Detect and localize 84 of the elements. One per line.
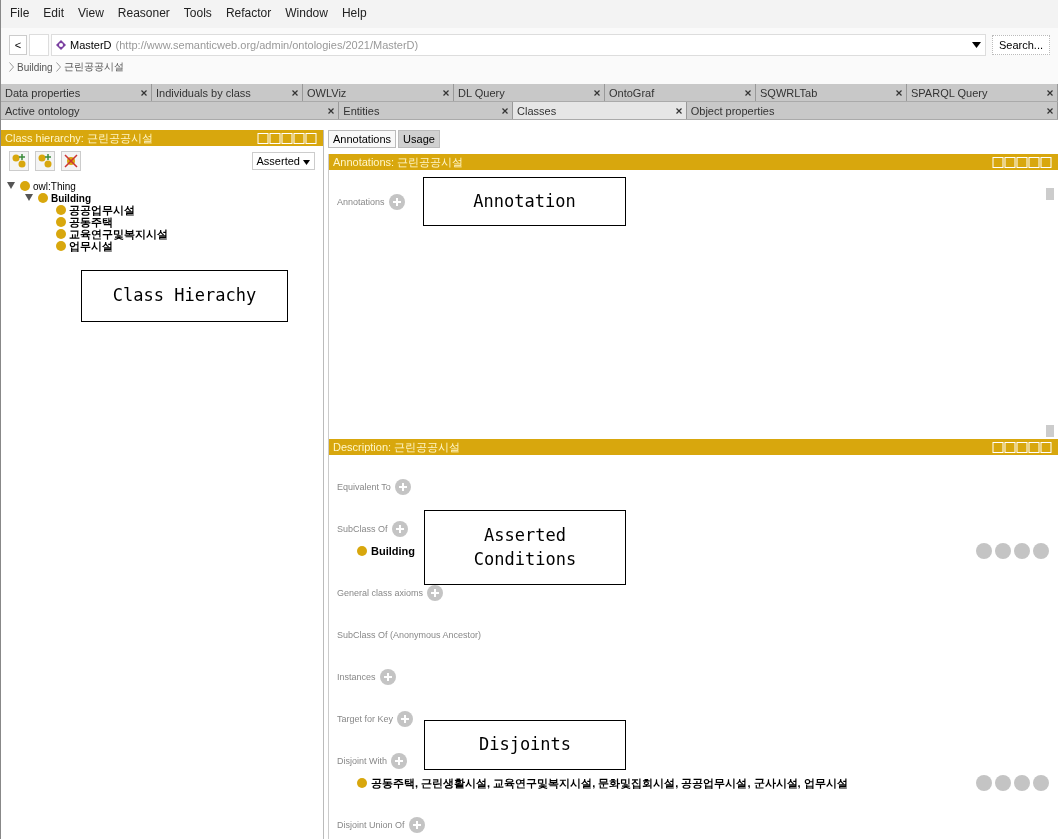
add-icon[interactable] (427, 585, 444, 601)
class-dot-icon (38, 193, 48, 203)
callout-label: Asserted Conditions (424, 510, 626, 585)
close-icon[interactable] (141, 89, 147, 96)
scrollbar-thumb[interactable] (1046, 188, 1054, 200)
ontology-iri: (http://www.semanticweb.org/admin/ontologies/2021/MasterD) (115, 39, 419, 51)
menu-item[interactable]: View (78, 6, 104, 22)
chevron-icon (9, 62, 14, 72)
add-subclass-icon[interactable] (9, 151, 29, 171)
section-label: Equivalent To (337, 482, 391, 492)
close-icon[interactable] (328, 107, 335, 114)
menu-item[interactable]: Refactor (225, 6, 272, 22)
add-icon[interactable] (391, 521, 408, 537)
menu-item[interactable]: Tools (183, 6, 212, 22)
close-icon[interactable] (594, 89, 600, 96)
tab[interactable]: Classes (513, 102, 687, 119)
close-icon[interactable] (443, 89, 449, 96)
tree-item[interactable]: owl:Thing (33, 180, 76, 192)
panel-controls-icon[interactable] (257, 132, 319, 144)
section-label: General class axioms (337, 588, 424, 598)
section-label: SubClass Of (Anonymous Ancestor) (337, 630, 482, 640)
add-icon[interactable] (394, 479, 411, 495)
delete-class-icon[interactable] (61, 151, 81, 171)
forward-button[interactable] (29, 34, 49, 56)
close-icon[interactable] (502, 107, 509, 114)
menu-item[interactable]: Edit (43, 6, 65, 22)
section-label: SubClass Of (337, 524, 388, 534)
scrollbar-thumb[interactable] (1046, 425, 1054, 437)
back-button[interactable]: < (9, 35, 27, 55)
section-label: Annotations (337, 197, 385, 207)
address-field[interactable]: MasterD (http://www.semanticweb.org/admin/ontologies/2021/MasterD) (51, 34, 986, 56)
ontology-icon (56, 40, 66, 50)
panel-controls-icon[interactable] (992, 156, 1054, 168)
panel-title: Class hierarchy: 근린공공시설 (5, 130, 153, 146)
panel-title: Annotations: 근린공공시설 (333, 154, 464, 170)
ontology-name: MasterD (70, 39, 112, 51)
add-icon[interactable] (388, 194, 405, 210)
class-dot-icon (357, 546, 367, 556)
menu-item[interactable]: Help (341, 6, 367, 22)
close-icon[interactable] (675, 107, 682, 114)
class-item[interactable]: Building (371, 545, 415, 557)
section-label: Instances (337, 672, 376, 682)
tree-item[interactable]: Building (51, 192, 91, 204)
dropdown-caret-icon[interactable] (971, 42, 981, 48)
action-icons[interactable] (976, 775, 1050, 791)
view-tab[interactable]: Usage (398, 130, 440, 148)
class-dot-icon (56, 217, 66, 227)
breadcrumb-item[interactable]: 근린공공시설 (63, 60, 124, 74)
close-icon[interactable] (1047, 107, 1053, 114)
search-button[interactable]: Search... (991, 35, 1050, 55)
add-sibling-icon[interactable] (35, 151, 55, 171)
class-dot-icon (20, 181, 30, 191)
menu-item[interactable]: Window (285, 6, 328, 22)
mode-dropdown[interactable]: Asserted (251, 152, 315, 170)
expand-triangle-icon[interactable] (7, 181, 15, 189)
panel-controls-icon[interactable] (992, 441, 1054, 453)
section-label: Target for Key (337, 714, 394, 724)
section-label: Disjoint With (337, 756, 387, 766)
close-icon[interactable] (1047, 89, 1053, 96)
expand-triangle-icon[interactable] (25, 193, 33, 201)
add-icon[interactable] (391, 753, 407, 769)
view-tab[interactable]: Annotations (328, 130, 397, 148)
action-icons[interactable] (976, 543, 1050, 559)
callout-label: Disjoints (424, 720, 626, 770)
callout-label: Class Hierachy (81, 270, 288, 322)
class-item[interactable]: 공동주택, 근린생활시설, 교육연구및복지시설, 문화및집회시설, 공공업무시설, 군사시설, 업무시설 (371, 775, 848, 791)
close-icon[interactable] (292, 89, 298, 96)
panel-title: Description: 근린공공시설 (333, 439, 461, 455)
class-dot-icon (357, 778, 367, 788)
close-icon[interactable] (745, 89, 751, 96)
menu-item[interactable]: File (10, 6, 30, 22)
class-dot-icon (56, 241, 66, 251)
chevron-icon (55, 62, 61, 72)
callout-label: Annotation (423, 177, 626, 226)
add-icon[interactable] (408, 817, 425, 833)
dropdown-caret-icon[interactable] (303, 160, 310, 165)
menu-item[interactable]: Reasoner (117, 6, 170, 22)
section-label: Disjoint Union Of (337, 820, 405, 830)
add-icon[interactable] (397, 711, 414, 727)
class-dot-icon (56, 205, 66, 215)
close-icon[interactable] (896, 89, 902, 96)
add-icon[interactable] (379, 669, 396, 685)
breadcrumb-item[interactable]: Building (17, 61, 53, 73)
class-dot-icon (56, 229, 66, 239)
